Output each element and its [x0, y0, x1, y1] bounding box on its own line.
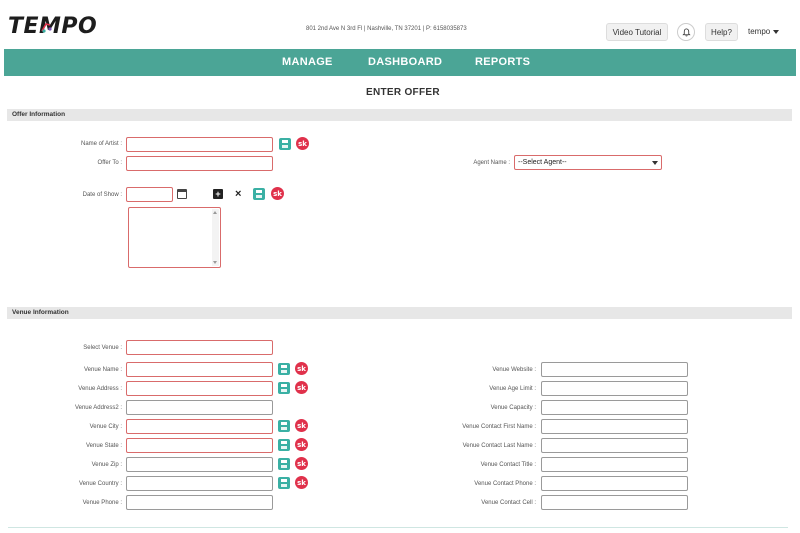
venue-name-label: Venue Name :: [83, 367, 122, 373]
user-menu[interactable]: tempo: [748, 27, 780, 36]
nav-dashboard[interactable]: DASHBOARD: [368, 56, 442, 68]
page-title: ENTER OFFER: [366, 87, 440, 98]
save-icon[interactable]: [279, 138, 291, 150]
venue-state-input[interactable]: [126, 438, 273, 453]
venue-contact-phone-label: Venue Contact Phone :: [474, 481, 536, 487]
scroll-down-arrow-icon[interactable]: [213, 261, 217, 264]
offer-section-header: Offer Information: [7, 109, 792, 121]
sk-icon[interactable]: sk: [295, 419, 308, 432]
sk-icon[interactable]: sk: [295, 381, 308, 394]
notifications-button[interactable]: [677, 23, 695, 41]
venue-contact-title-label: Venue Contact Title :: [480, 462, 536, 468]
venue-section-header: Venue Information: [7, 307, 792, 319]
save-icon[interactable]: [278, 363, 290, 375]
textarea-scrollbar[interactable]: [212, 209, 219, 266]
bell-icon: [681, 27, 691, 36]
save-icon[interactable]: [278, 458, 290, 470]
select-venue-label: Select Venue :: [83, 345, 122, 351]
chevron-down-icon: [773, 29, 780, 34]
sk-icon[interactable]: sk: [295, 362, 308, 375]
venue-contact-last-name-label: Venue Contact Last Name :: [462, 443, 536, 449]
company-address: 801 2nd Ave N 3rd Fl | Nashville, TN 372…: [306, 26, 467, 32]
venue-country-label: Venue Country :: [78, 481, 122, 487]
date-input[interactable]: [126, 187, 173, 202]
venue-contact-title-input[interactable]: [541, 457, 688, 472]
user-name: tempo: [748, 27, 771, 36]
sk-icon[interactable]: sk: [295, 476, 308, 489]
calendar-icon[interactable]: [177, 189, 187, 199]
venue-address-input[interactable]: [126, 381, 273, 396]
venue-country-input[interactable]: [126, 476, 273, 491]
save-icon[interactable]: [278, 439, 290, 451]
venue-city-label: Venue City :: [89, 424, 122, 430]
offer-to-input[interactable]: [126, 156, 273, 171]
chevron-down-icon: [652, 160, 658, 165]
venue-address-label: Venue Address :: [78, 386, 122, 392]
agent-select[interactable]: --Select Agent--: [514, 155, 662, 170]
offer-to-label: Offer To :: [97, 160, 122, 166]
venue-website-label: Venue Website :: [492, 367, 536, 373]
nav-manage[interactable]: MANAGE: [282, 56, 333, 68]
help-label: Help?: [711, 27, 732, 37]
sk-icon[interactable]: sk: [295, 457, 308, 470]
venue-address2-input[interactable]: [126, 400, 273, 415]
venue-contact-phone-input[interactable]: [541, 476, 688, 491]
venue-age-limit-label: Venue Age Limit :: [489, 386, 536, 392]
select-venue-input[interactable]: [126, 340, 273, 355]
venue-contact-first-name-label: Venue Contact First Name :: [462, 424, 536, 430]
app-header: TEMPO 801 2nd Ave N 3rd Fl | Nashville, …: [0, 0, 800, 47]
venue-capacity-label: Venue Capacity :: [490, 405, 536, 411]
tempo-logo[interactable]: TEMPO: [8, 14, 97, 39]
sk-icon[interactable]: sk: [295, 438, 308, 451]
save-icon[interactable]: [278, 420, 290, 432]
help-button[interactable]: Help?: [705, 23, 738, 41]
sk-icon[interactable]: sk: [296, 137, 309, 150]
venue-zip-input[interactable]: [126, 457, 273, 472]
artist-label: Name of Artist :: [80, 141, 122, 147]
music-note-icon: [41, 23, 52, 33]
save-icon[interactable]: [253, 188, 265, 200]
venue-state-label: Venue State :: [85, 443, 122, 449]
video-tutorial-label: Video Tutorial: [612, 27, 662, 37]
sk-icon[interactable]: sk: [271, 187, 284, 200]
agent-label: Agent Name :: [473, 160, 510, 166]
save-icon[interactable]: [278, 477, 290, 489]
remove-date-icon[interactable]: ×: [235, 189, 241, 200]
venue-name-input[interactable]: [126, 362, 273, 377]
venue-address2-label: Venue Address2 :: [74, 405, 122, 411]
add-date-icon[interactable]: +: [213, 189, 223, 199]
venue-contact-last-name-input[interactable]: [541, 438, 688, 453]
venue-website-input[interactable]: [541, 362, 688, 377]
video-tutorial-button[interactable]: Video Tutorial: [606, 23, 668, 41]
venue-contact-first-name-input[interactable]: [541, 419, 688, 434]
venue-phone-label: Venue Phone :: [82, 500, 122, 506]
venue-capacity-input[interactable]: [541, 400, 688, 415]
date-label: Date of Show :: [82, 192, 122, 198]
venue-contact-cell-label: Venue Contact Cell :: [481, 500, 536, 506]
footer-divider: [8, 527, 788, 528]
venue-zip-label: Venue Zip :: [91, 462, 122, 468]
venue-phone-input[interactable]: [126, 495, 273, 510]
notes-textarea[interactable]: [128, 207, 221, 268]
artist-input[interactable]: [126, 137, 273, 152]
venue-contact-cell-input[interactable]: [541, 495, 688, 510]
scroll-up-arrow-icon[interactable]: [213, 211, 217, 214]
agent-selected-value: --Select Agent--: [518, 159, 567, 166]
save-icon[interactable]: [278, 382, 290, 394]
main-nav: MANAGE DASHBOARD REPORTS: [4, 49, 796, 76]
venue-age-limit-input[interactable]: [541, 381, 688, 396]
nav-reports[interactable]: REPORTS: [475, 56, 530, 68]
venue-city-input[interactable]: [126, 419, 273, 434]
